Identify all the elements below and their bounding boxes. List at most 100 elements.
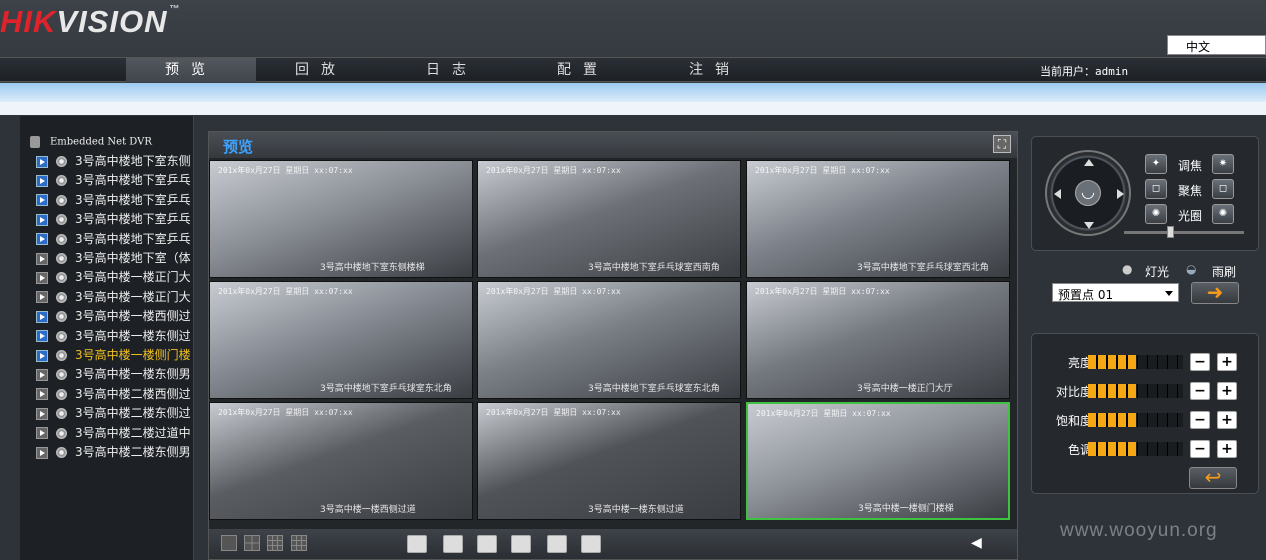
record-all-icon[interactable] — [477, 535, 497, 553]
ptz-right-icon[interactable] — [1117, 189, 1129, 199]
video-tile[interactable]: 201x年0x月27日 星期日 xx:07:xx 3号高中楼地下室乒乓球室西南角 — [477, 160, 741, 278]
channel-item[interactable]: 3号高中楼一楼东侧过 — [36, 327, 194, 346]
channel-item[interactable]: 3号高中楼二楼过道中 — [36, 424, 194, 443]
play-icon[interactable] — [36, 291, 48, 304]
next-page-icon[interactable] — [581, 535, 601, 553]
layout-16-icon[interactable] — [291, 535, 307, 551]
play-icon[interactable] — [36, 194, 48, 207]
nav-config[interactable]: 配置 — [518, 58, 648, 82]
channel-item[interactable]: 3号高中楼地下室乒乓 — [36, 210, 194, 229]
video-tile[interactable]: 201x年0x月27日 星期日 xx:07:xx 3号高中楼一楼正门大厅 — [746, 281, 1010, 399]
channel-item[interactable]: 3号高中楼一楼西侧过 — [36, 307, 194, 326]
layout-4-icon[interactable] — [244, 535, 260, 551]
channel-item[interactable]: 3号高中楼地下室乒乓 — [36, 171, 194, 190]
channel-item[interactable]: 3号高中楼二楼东侧男 — [36, 443, 194, 462]
channel-item[interactable]: 3号高中楼一楼正门大 — [36, 268, 194, 287]
zoom-out-icon[interactable]: ✷ — [1212, 154, 1234, 174]
fullscreen-icon[interactable]: ⛶ — [993, 135, 1011, 153]
play-icon[interactable] — [36, 174, 48, 187]
play-icon[interactable] — [36, 368, 48, 381]
play-icon[interactable] — [36, 427, 48, 440]
decrease-button[interactable]: − — [1190, 440, 1210, 458]
goto-preset-arrow-icon[interactable]: ➜ — [1191, 282, 1239, 304]
channel-item[interactable]: 3号高中楼二楼西侧过 — [36, 385, 194, 404]
ptz-panel: ◡ ✦ 调焦 ✷ ◻ 聚焦 ◻ ✺ 光圈 ✺ — [1031, 136, 1259, 251]
light-icon[interactable]: ● — [1122, 262, 1132, 276]
play-icon[interactable] — [36, 310, 48, 323]
layout-1-icon[interactable] — [221, 535, 237, 551]
ptz-up-icon[interactable] — [1084, 154, 1094, 166]
focus-near-icon[interactable]: ◻ — [1145, 179, 1167, 199]
dvr-root[interactable]: Embedded Net DVR — [30, 136, 152, 148]
nav-logout[interactable]: 注销 — [650, 58, 780, 82]
play-icon[interactable] — [36, 446, 48, 459]
play-icon[interactable] — [36, 407, 48, 420]
play-icon[interactable] — [36, 388, 48, 401]
stop-all-icon[interactable] — [407, 535, 427, 553]
snapshot-icon[interactable] — [443, 535, 463, 553]
play-icon[interactable] — [36, 213, 48, 226]
play-icon[interactable] — [36, 233, 48, 246]
increase-button[interactable]: + — [1217, 353, 1237, 371]
channel-item[interactable]: 3号高中楼一楼东侧男 — [36, 365, 194, 384]
iris-close-icon[interactable]: ✺ — [1212, 204, 1234, 224]
increase-button[interactable]: + — [1217, 411, 1237, 429]
video-tile[interactable]: 201x年0x月27日 星期日 xx:07:xx 3号高中楼地下室乒乓球室东北角 — [477, 281, 741, 399]
param-level-bar[interactable] — [1088, 442, 1183, 456]
slider-handle[interactable] — [1166, 226, 1174, 238]
volume-icon[interactable]: ◀ — [971, 535, 987, 551]
video-param-row: 对比度 − + — [1032, 380, 1260, 402]
channel-item[interactable]: 3号高中楼地下室东侧 — [36, 152, 194, 171]
prev-page-icon[interactable] — [547, 535, 567, 553]
play-icon[interactable] — [36, 252, 48, 265]
video-tile[interactable]: 201x年0x月27日 星期日 xx:07:xx 3号高中楼地下室乒乓球室东北角 — [209, 281, 473, 399]
nav-log[interactable]: 日志 — [387, 58, 517, 82]
video-tile[interactable]: 201x年0x月27日 星期日 xx:07:xx 3号高中楼地下室东侧楼梯 — [209, 160, 473, 278]
video-tile[interactable]: 201x年0x月27日 星期日 xx:07:xx 3号高中楼一楼西侧过道 — [209, 402, 473, 520]
decrease-button[interactable]: − — [1190, 411, 1210, 429]
channel-item[interactable]: 3号高中楼地下室乒乓 — [36, 191, 194, 210]
ptz-direction-pad[interactable]: ◡ — [1045, 150, 1131, 236]
channel-label: 3号高中楼地下室乒乓 — [75, 231, 191, 246]
param-level-bar[interactable] — [1088, 413, 1183, 427]
iris-open-icon[interactable]: ✺ — [1145, 204, 1167, 224]
increase-button[interactable]: + — [1217, 382, 1237, 400]
play-icon[interactable] — [36, 155, 48, 168]
layout-9-icon[interactable] — [267, 535, 283, 551]
channel-item[interactable]: 3号高中楼一楼正门大 — [36, 288, 194, 307]
zoom-in-icon[interactable]: ✦ — [1145, 154, 1167, 174]
play-icon[interactable] — [36, 271, 48, 284]
param-label: 对比度 — [1055, 385, 1092, 399]
decrease-button[interactable]: − — [1190, 353, 1210, 371]
video-tile[interactable]: 201x年0x月27日 星期日 xx:07:xx 3号高中楼一楼侧门楼梯 — [746, 402, 1010, 520]
ptz-speed-slider[interactable] — [1124, 226, 1244, 238]
param-level-bar[interactable] — [1088, 384, 1183, 398]
video-tile[interactable]: 201x年0x月27日 星期日 xx:07:xx 3号高中楼一楼东侧过道 — [477, 402, 741, 520]
param-level-bar[interactable] — [1088, 355, 1183, 369]
nav-preview[interactable]: 预览 — [126, 58, 256, 82]
camera-icon — [56, 156, 67, 167]
reset-params-icon[interactable]: ↩ — [1189, 467, 1237, 489]
wiper-icon[interactable]: ◒ — [1186, 262, 1196, 276]
ptz-left-icon[interactable] — [1049, 189, 1061, 199]
decrease-button[interactable]: − — [1190, 382, 1210, 400]
param-label: 饱和度 — [1055, 414, 1092, 428]
main-nav: 预览 回放 日志 配置 注销 当前用户：admin — [0, 57, 1266, 82]
ptz-down-icon[interactable] — [1084, 222, 1094, 234]
video-tile[interactable]: 201x年0x月27日 星期日 xx:07:xx 3号高中楼地下室乒乓球室西北角 — [746, 160, 1010, 278]
increase-button[interactable]: + — [1217, 440, 1237, 458]
preset-select[interactable]: 预置点 01 — [1052, 283, 1179, 302]
channel-item[interactable]: 3号高中楼地下室乒乓 — [36, 230, 194, 249]
stop-record-icon[interactable] — [511, 535, 531, 553]
channel-item[interactable]: 3号高中楼二楼东侧过 — [36, 404, 194, 423]
preview-panel: 预览 ⛶ 201x年0x月27日 星期日 xx:07:xx 3号高中楼地下室东侧楼… — [208, 131, 1018, 560]
channel-item[interactable]: 3号高中楼一楼侧门楼 — [36, 346, 194, 365]
language-select[interactable]: 中文 — [1167, 35, 1266, 55]
ptz-auto-icon[interactable]: ◡ — [1075, 180, 1101, 206]
channel-item[interactable]: 3号高中楼地下室（体 — [36, 249, 194, 268]
focus-far-icon[interactable]: ◻ — [1212, 179, 1234, 199]
play-icon[interactable] — [36, 349, 48, 362]
play-icon[interactable] — [36, 330, 48, 343]
nav-playback[interactable]: 回放 — [256, 58, 386, 82]
top-header: HIKVISION ™ 中文 — [0, 0, 1266, 57]
